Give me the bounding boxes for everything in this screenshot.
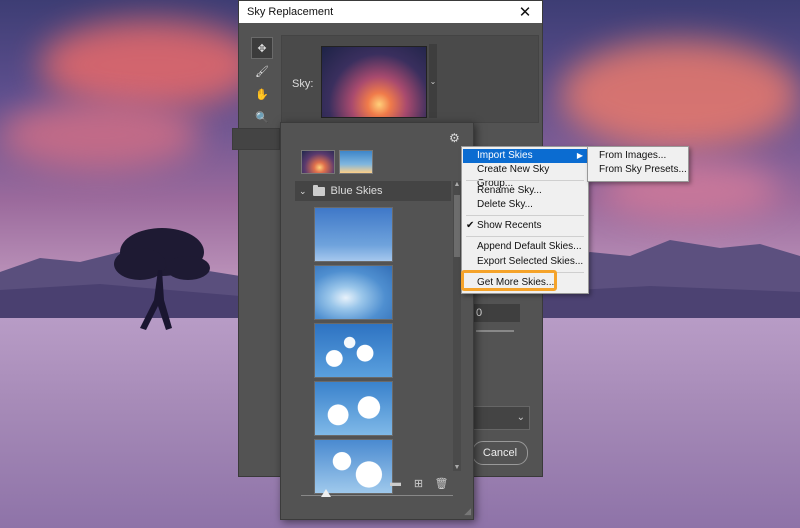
value-field[interactable]: 0: [472, 304, 520, 322]
menu-item-delete-sky[interactable]: Delete Sky...: [463, 198, 587, 212]
resize-grip-icon[interactable]: ◢: [464, 506, 471, 517]
menu-item-create-new-sky-group[interactable]: Create New Sky Group...: [463, 163, 587, 189]
sky-group-name: Blue Skies: [330, 185, 383, 197]
menu-item-label: From Sky Presets...: [599, 164, 687, 175]
gear-icon[interactable]: ⚙: [449, 131, 460, 145]
move-icon: ✥: [257, 42, 267, 55]
sky-thumbnail[interactable]: [314, 207, 393, 262]
folder-icon: [312, 184, 325, 196]
recent-sky-thumbnail[interactable]: [339, 150, 373, 174]
sky-thumbnail[interactable]: [314, 381, 393, 436]
menu-item-label: Rename Sky...: [477, 185, 542, 196]
menu-item-label: Import Skies: [477, 150, 533, 161]
menu-item-append-default-skies[interactable]: Append Default Skies...: [463, 240, 587, 254]
chevron-down-icon: ⌄: [516, 412, 525, 423]
close-icon[interactable]: ✕: [516, 3, 534, 21]
sky-brush-icon: 🖌: [255, 65, 269, 78]
menu-item-show-recents[interactable]: ✔ Show Recents: [463, 219, 587, 233]
recent-sky-thumbnail[interactable]: [301, 150, 335, 174]
selected-sky-thumbnail[interactable]: [321, 46, 427, 118]
sky-thumbnail[interactable]: [314, 265, 393, 320]
checkmark-icon: ✔: [466, 220, 475, 231]
menu-item-label: Show Recents: [477, 220, 542, 231]
menu-item-label: From Images...: [599, 150, 667, 161]
new-group-folder-icon[interactable]: ▬: [389, 477, 402, 489]
menu-item-export-selected-skies[interactable]: Export Selected Skies...: [463, 255, 587, 269]
sky-label: Sky:: [292, 78, 314, 90]
scroll-up-icon[interactable]: ▲: [453, 181, 461, 188]
dialog-titlebar: Sky Replacement ✕: [239, 1, 542, 23]
scrollbar-thumb[interactable]: [454, 195, 460, 257]
sky-presets-panel: ⚙ ⌄ Blue Skies ▲ ▼ ▬ ⊞ 🗑 ◢: [280, 122, 474, 520]
zoom-icon: 🔍: [255, 111, 269, 124]
zoom-tool-button[interactable]: 🔍: [251, 106, 273, 128]
slider-track[interactable]: [476, 330, 514, 332]
tree: [114, 228, 210, 330]
sky-thumbnail[interactable]: [314, 439, 393, 494]
tool-column: ✥ 🖌 ✋ 🔍: [251, 37, 273, 129]
callout-highlight: [461, 270, 557, 291]
menu-item-label: Append Default Skies...: [477, 241, 582, 252]
chevron-down-icon: ⌄: [299, 185, 307, 196]
cancel-button[interactable]: Cancel: [472, 441, 528, 465]
slider-handle[interactable]: [321, 489, 331, 497]
menu-separator: [466, 236, 584, 237]
new-sky-plus-icon[interactable]: ⊞: [412, 477, 425, 490]
sky-brush-tool-button[interactable]: 🖌: [251, 60, 273, 82]
recent-skies: [301, 150, 373, 174]
menu-separator: [466, 215, 584, 216]
chevron-down-icon: ⌄: [429, 76, 437, 86]
move-tool-button[interactable]: ✥: [251, 37, 273, 59]
scroll-down-icon[interactable]: ▼: [453, 464, 461, 471]
import-skies-submenu: From Images... From Sky Presets...: [587, 146, 689, 182]
sky-dropdown-toggle[interactable]: ⌄: [429, 44, 437, 118]
submenu-item-from-sky-presets[interactable]: From Sky Presets...: [589, 163, 687, 177]
panel-footer-tools: ▬ ⊞ 🗑: [389, 477, 449, 490]
menu-item-import-skies[interactable]: Import Skies ▶: [463, 149, 587, 163]
hand-icon: ✋: [255, 88, 269, 101]
menu-item-label: Delete Sky...: [477, 199, 533, 210]
trash-icon[interactable]: 🗑: [435, 477, 449, 490]
submenu-item-from-images[interactable]: From Images...: [589, 149, 687, 163]
sky-group-header[interactable]: ⌄ Blue Skies: [295, 181, 451, 201]
dialog-title: Sky Replacement: [247, 6, 334, 18]
hand-tool-button[interactable]: ✋: [251, 83, 273, 105]
hidden-field: [232, 128, 280, 150]
output-select[interactable]: ⌄: [472, 406, 530, 430]
submenu-arrow-icon: ▶: [576, 151, 583, 160]
menu-item-rename-sky[interactable]: Rename Sky...: [463, 184, 587, 198]
panel-scrollbar[interactable]: ▲ ▼: [453, 181, 461, 471]
sky-thumbnail-list: [314, 207, 393, 497]
menu-separator: [466, 180, 584, 181]
sky-thumbnail[interactable]: [314, 323, 393, 378]
sky-selector: Sky: ⌄: [281, 35, 539, 123]
menu-item-label: Export Selected Skies...: [477, 256, 584, 267]
